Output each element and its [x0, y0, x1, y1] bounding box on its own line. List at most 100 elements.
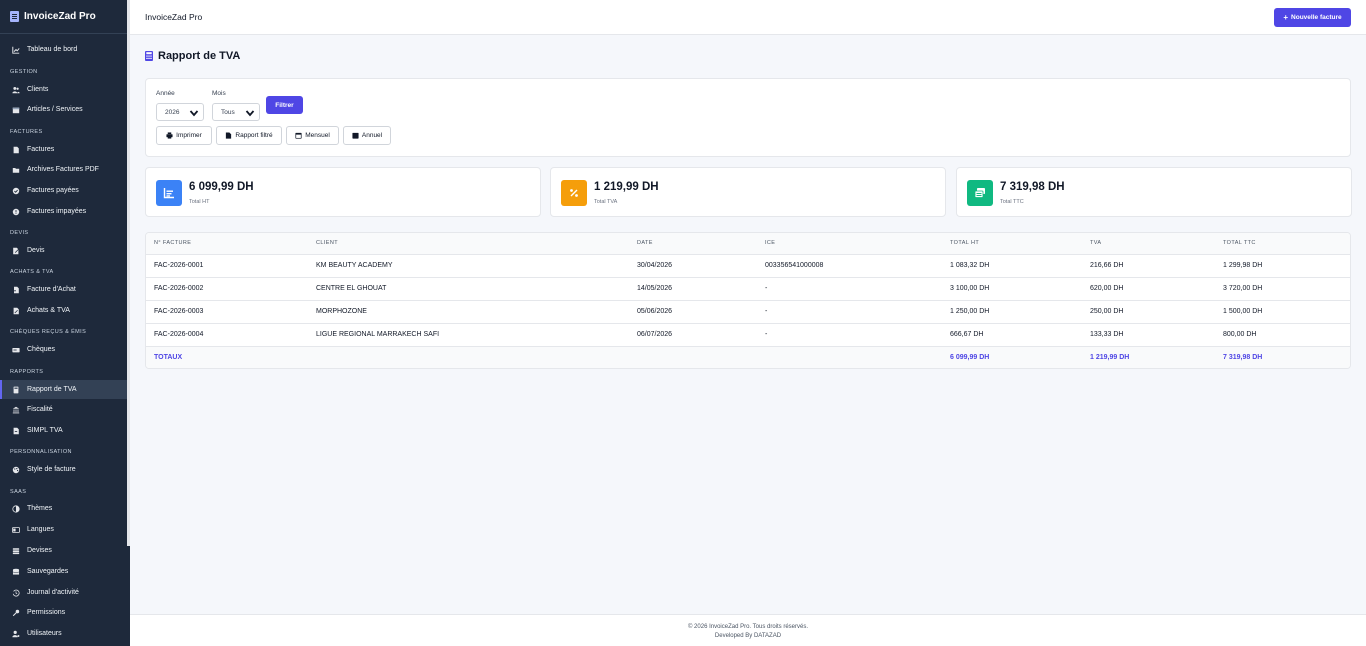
sidebar-item-simpl-tva[interactable]: SIMPL TVA	[0, 421, 127, 440]
brand[interactable]: InvoiceZad Pro	[0, 0, 130, 34]
developer-credit: Developed By DATAZAD	[714, 633, 782, 639]
sidebar-scrollbar[interactable]	[127, 0, 130, 546]
sidebar-item-fiscalite[interactable]: Fiscalité	[0, 400, 127, 419]
money-icon	[967, 180, 993, 206]
money-check-icon	[12, 346, 20, 354]
cell-invoice-number: FAC-2026-0003	[146, 300, 308, 324]
sidebar-item-label: Facture d'Achat	[27, 286, 76, 293]
totals-empty	[757, 346, 942, 368]
invoice-logo-icon	[10, 11, 19, 22]
sidebar-item-label: Rapport de TVA	[27, 386, 77, 393]
table-row: FAC-2026-0004 LIGUE REGIONAL MARRAKECH S…	[146, 323, 1350, 347]
calculator-icon	[145, 51, 153, 61]
sidebar-item-style[interactable]: Style de facture	[0, 460, 127, 479]
col-header-tva[interactable]: TVA	[1082, 233, 1215, 255]
col-header-ice[interactable]: ICE	[757, 233, 942, 255]
section-achats: ACHATS & TVA	[10, 269, 54, 275]
brand-name: InvoiceZad Pro	[24, 11, 96, 22]
chevron-down-icon	[189, 110, 199, 117]
month-label: Mois	[212, 90, 226, 97]
section-devis: DEVIS	[10, 230, 29, 236]
sidebar-item-clients[interactable]: Clients	[0, 80, 127, 99]
tva-table-card: N° FACTURE CLIENT DATE ICE TOTAL HT TVA …	[145, 232, 1351, 369]
stat-card-total-ht: 6 099,99 DH Total HT	[145, 167, 541, 217]
monthly-button[interactable]: Mensuel	[286, 126, 339, 145]
table-row: FAC-2026-0001 KM BEAUTY ACADEMY 30/04/20…	[146, 254, 1350, 278]
totals-ttc: 7 319,98 DH	[1215, 346, 1350, 368]
cell-total-ht: 1 250,00 DH	[942, 300, 1082, 324]
filtered-report-button[interactable]: Rapport filtré	[216, 126, 282, 145]
cell-ice: 003356541000008	[757, 254, 942, 278]
sidebar-item-factures[interactable]: Factures	[0, 140, 127, 159]
cell-tva: 620,00 DH	[1082, 277, 1215, 301]
cell-total-ht: 666,67 DH	[942, 323, 1082, 347]
sidebar-item-devis[interactable]: Devis	[0, 241, 127, 260]
sidebar-item-archives[interactable]: Archives Factures PDF	[0, 160, 127, 179]
top-bar: InvoiceZad Pro + Nouvelle facture	[130, 0, 1366, 35]
sidebar-item-journal[interactable]: Journal d'activité	[0, 583, 127, 602]
col-header-total-ht[interactable]: TOTAL HT	[942, 233, 1082, 255]
month-select[interactable]: Tous	[212, 103, 260, 121]
cell-total-ttc: 800,00 DH	[1215, 323, 1350, 347]
month-select-value: Tous	[221, 108, 235, 116]
sidebar-item-label: Sauvegardes	[27, 568, 69, 575]
cell-date: 05/06/2026	[629, 300, 757, 324]
sidebar-item-permissions[interactable]: Permissions	[0, 603, 127, 622]
chart-line-icon	[12, 46, 20, 54]
cell-tva: 216,66 DH	[1082, 254, 1215, 278]
landmark-icon	[12, 406, 20, 414]
year-select[interactable]: 2026	[156, 103, 204, 121]
cell-total-ht: 1 083,32 DH	[942, 254, 1082, 278]
col-header-invoice-number[interactable]: N° FACTURE	[146, 233, 308, 255]
annual-button[interactable]: Annuel	[343, 126, 391, 145]
sidebar-item-themes[interactable]: Thèmes	[0, 499, 127, 518]
user-gear-icon	[12, 630, 20, 638]
stat-card-total-tva: 1 219,99 DH Total TVA	[550, 167, 946, 217]
new-invoice-button[interactable]: + Nouvelle facture	[1274, 8, 1351, 27]
total-ht-value: 6 099,99 DH	[189, 181, 254, 193]
table-row: FAC-2026-0003 MORPHOZONE 05/06/2026 - 1 …	[146, 300, 1350, 324]
sidebar-item-impayees[interactable]: Factures impayées	[0, 202, 127, 221]
section-gestion: GESTION	[10, 69, 38, 75]
calculator-icon	[12, 386, 20, 394]
sidebar-item-devises[interactable]: Devises	[0, 541, 127, 560]
sidebar-item-dashboard[interactable]: Tableau de bord	[0, 40, 127, 59]
sidebar-item-articles[interactable]: Articles / Services	[0, 100, 127, 119]
total-ht-label: Total HT	[189, 199, 210, 205]
sidebar-item-label: Devises	[27, 547, 52, 554]
chart-icon	[156, 180, 182, 206]
cell-client: LIGUE REGIONAL MARRAKECH SAFI	[308, 323, 629, 347]
print-button[interactable]: Imprimer	[156, 126, 212, 145]
cell-invoice-number: FAC-2026-0002	[146, 277, 308, 301]
header-title: InvoiceZad Pro	[145, 12, 203, 22]
coins-icon	[12, 547, 20, 555]
sidebar-item-label: Factures	[27, 146, 55, 153]
col-header-date[interactable]: DATE	[629, 233, 757, 255]
col-header-client[interactable]: CLIENT	[308, 233, 629, 255]
year-select-value: 2026	[165, 108, 180, 116]
sidebar-item-label: Style de facture	[27, 466, 76, 473]
tva-table: N° FACTURE CLIENT DATE ICE TOTAL HT TVA …	[146, 233, 1350, 368]
sidebar-item-payees[interactable]: Factures payées	[0, 181, 127, 200]
sidebar-item-label: Chèques	[27, 346, 56, 353]
sidebar-item-achats-tva[interactable]: Achats & TVA	[0, 301, 127, 320]
sidebar-item-rapport-tva[interactable]: Rapport de TVA	[0, 380, 127, 399]
totals-label: TOTAUX	[146, 346, 308, 368]
cell-tva: 133,33 DH	[1082, 323, 1215, 347]
sidebar-item-utilisateurs[interactable]: Utilisateurs	[0, 624, 127, 643]
sidebar-item-facture-achat[interactable]: Facture d'Achat	[0, 280, 127, 299]
section-cheques: CHÈQUES REÇUS & ÉMIS	[10, 329, 87, 335]
cell-date: 06/07/2026	[629, 323, 757, 347]
cell-ice: -	[757, 323, 942, 347]
filter-button[interactable]: Filtrer	[266, 96, 303, 114]
totals-row: TOTAUX 6 099,99 DH 1 219,99 DH 7 319,98 …	[146, 346, 1350, 368]
calendar-icon	[295, 132, 302, 139]
total-tva-value: 1 219,99 DH	[594, 181, 659, 193]
sidebar-item-cheques[interactable]: Chèques	[0, 340, 127, 359]
calendar-year-icon	[352, 132, 359, 139]
col-header-total-ttc[interactable]: TOTAL TTC	[1215, 233, 1350, 255]
new-invoice-label: Nouvelle facture	[1291, 14, 1342, 21]
cell-client: CENTRE EL GHOUAT	[308, 277, 629, 301]
sidebar-item-sauvegardes[interactable]: Sauvegardes	[0, 562, 127, 581]
sidebar-item-langues[interactable]: Langues	[0, 520, 127, 539]
